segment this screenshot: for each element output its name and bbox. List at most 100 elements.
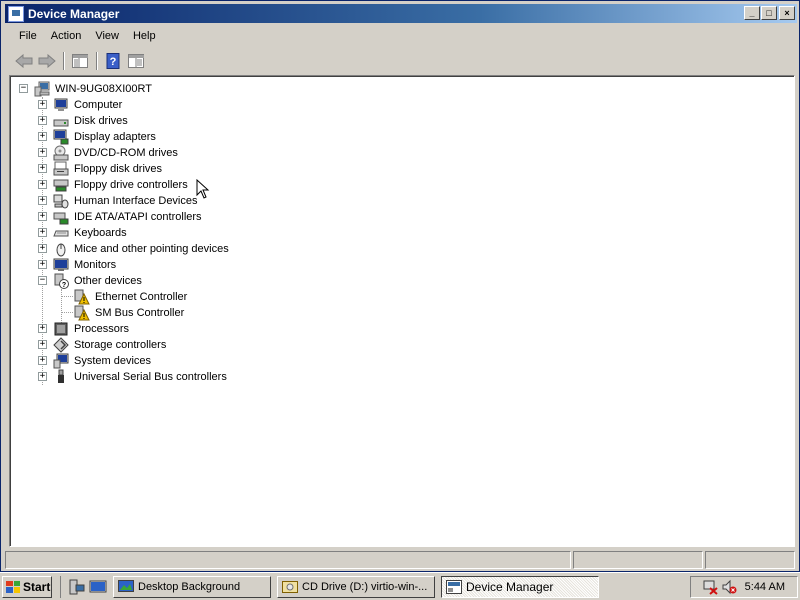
- tree-item-sm-bus-controller[interactable]: SM Bus Controller: [74, 305, 185, 321]
- volume-muted-icon[interactable]: [721, 579, 737, 595]
- tree-item-monitors[interactable]: + Monitors: [38, 257, 117, 273]
- task-cd-drive[interactable]: CD Drive (D:) virtio-win-...: [277, 575, 435, 598]
- expand-toggle[interactable]: +: [38, 180, 47, 189]
- status-cell: [705, 551, 795, 569]
- tree-item-label: SM Bus Controller: [95, 307, 185, 319]
- tree-item-label: Mice and other pointing devices: [74, 243, 229, 255]
- desktop-background-icon: [118, 579, 134, 592]
- menu-action[interactable]: Action: [44, 26, 89, 46]
- computer-icon: [34, 81, 50, 97]
- tree-item-display-adapters[interactable]: + Display adapters: [38, 129, 157, 145]
- menu-file[interactable]: File: [5, 26, 44, 46]
- menu-view[interactable]: View: [88, 26, 126, 46]
- windows-logo-icon: [6, 580, 20, 593]
- expand-toggle[interactable]: +: [38, 196, 47, 205]
- expand-toggle[interactable]: +: [38, 340, 47, 349]
- tree-connector: [61, 296, 73, 297]
- tree-item-label: Computer: [74, 99, 123, 111]
- tree-root-node[interactable]: − WIN-9UG08XI00RT: [19, 81, 153, 97]
- tree-item-label: Storage controllers: [74, 339, 167, 351]
- back-arrow-icon: [15, 54, 33, 68]
- tree-item-other-devices[interactable]: − ? Other devices: [38, 273, 143, 289]
- usb-icon: [53, 369, 69, 385]
- monitor-icon: [53, 257, 69, 273]
- expand-toggle[interactable]: +: [38, 356, 47, 365]
- task-label: Desktop Background: [138, 580, 241, 593]
- tree-item-label: Disk drives: [74, 115, 128, 127]
- device-tree-pane[interactable]: − WIN-9UG08XI00RT + Computer + Disk driv…: [9, 75, 795, 547]
- tree-item-floppy-drive-controllers[interactable]: + Floppy drive controllers: [38, 177, 189, 193]
- floppy-drive-icon: [53, 161, 69, 177]
- system-device-icon: [53, 353, 69, 369]
- clock[interactable]: 5:44 AM: [745, 581, 785, 593]
- back-button[interactable]: [13, 51, 35, 71]
- expand-toggle[interactable]: +: [38, 148, 47, 157]
- start-label: Start: [23, 579, 51, 594]
- expand-toggle[interactable]: +: [38, 164, 47, 173]
- tree-item-ide-controllers[interactable]: + IDE ATA/ATAPI controllers: [38, 209, 203, 225]
- tree-item-usb-controllers[interactable]: + Universal Serial Bus controllers: [38, 369, 228, 385]
- menu-help[interactable]: Help: [126, 26, 163, 46]
- maximize-button[interactable]: □: [761, 6, 777, 20]
- tree-item-processors[interactable]: + Processors: [38, 321, 130, 337]
- quick-launch: [60, 575, 107, 598]
- expand-toggle[interactable]: +: [38, 324, 47, 333]
- task-label: Device Manager: [466, 579, 554, 594]
- mouse-cursor-icon: [196, 179, 210, 199]
- tree-item-disk-drives[interactable]: + Disk drives: [38, 113, 129, 129]
- expand-toggle[interactable]: +: [38, 212, 47, 221]
- show-hide-console-tree-icon: [72, 54, 88, 68]
- help-button[interactable]: ?: [102, 51, 124, 71]
- tree-item-floppy-disk-drives[interactable]: + Floppy disk drives: [38, 161, 163, 177]
- tree-item-label: System devices: [74, 355, 152, 367]
- start-button[interactable]: Start: [2, 575, 52, 598]
- task-desktop-background[interactable]: Desktop Background: [113, 575, 271, 598]
- tree-connector: [61, 312, 73, 313]
- expand-toggle[interactable]: +: [38, 132, 47, 141]
- hid-icon: [53, 193, 69, 209]
- menu-bar: File Action View Help: [5, 26, 797, 46]
- collapse-toggle[interactable]: −: [19, 84, 28, 93]
- show-hide-tree-button[interactable]: [69, 51, 91, 71]
- tree-item-ethernet-controller[interactable]: Ethernet Controller: [74, 289, 188, 305]
- expand-toggle[interactable]: +: [38, 244, 47, 253]
- show-desktop-icon[interactable]: [89, 579, 107, 595]
- tree-item-dvd-cd-rom-drives[interactable]: + DVD/CD-ROM drives: [38, 145, 179, 161]
- close-button[interactable]: ×: [779, 6, 795, 20]
- tree-item-label: Keyboards: [74, 227, 127, 239]
- system-tray: 5:44 AM: [690, 576, 798, 598]
- tree-item-label: Human Interface Devices: [74, 195, 198, 207]
- tree-item-label: Floppy drive controllers: [74, 179, 188, 191]
- device-manager-icon: [446, 579, 462, 594]
- tree-item-label: DVD/CD-ROM drives: [74, 147, 178, 159]
- tree-item-human-interface-devices[interactable]: + Human Interface Devices: [38, 193, 199, 209]
- root-label: WIN-9UG08XI00RT: [55, 83, 152, 95]
- title-bar[interactable]: Device Manager _ □ ×: [5, 4, 797, 23]
- expand-toggle[interactable]: +: [38, 228, 47, 237]
- tree-item-mice[interactable]: + Mice and other pointing devices: [38, 241, 230, 257]
- tree-item-computer[interactable]: + Computer: [38, 97, 123, 113]
- toolbar: ?: [5, 49, 797, 73]
- forward-arrow-icon: [38, 54, 56, 68]
- svg-text:?: ?: [110, 56, 117, 68]
- tree-item-system-devices[interactable]: + System devices: [38, 353, 152, 369]
- network-disconnected-icon[interactable]: [703, 579, 719, 595]
- expand-toggle[interactable]: +: [38, 372, 47, 381]
- collapse-toggle[interactable]: −: [38, 276, 47, 285]
- warning-device-icon: [74, 305, 90, 321]
- floppy-controller-icon: [53, 177, 69, 193]
- minimize-button[interactable]: _: [744, 6, 760, 20]
- server-manager-icon[interactable]: [67, 579, 85, 595]
- expand-toggle[interactable]: +: [38, 260, 47, 269]
- task-device-manager[interactable]: Device Manager: [441, 575, 599, 598]
- task-label: CD Drive (D:) virtio-win-...: [302, 580, 428, 593]
- forward-button[interactable]: [36, 51, 58, 71]
- expand-toggle[interactable]: +: [38, 116, 47, 125]
- tree-item-label: Floppy disk drives: [74, 163, 163, 175]
- tree-item-storage-controllers[interactable]: + Storage controllers: [38, 337, 167, 353]
- expand-toggle[interactable]: +: [38, 100, 47, 109]
- computer-icon: [53, 97, 69, 113]
- tree-item-keyboards[interactable]: + Keyboards: [38, 225, 128, 241]
- properties-button[interactable]: [125, 51, 147, 71]
- processor-icon: [53, 321, 69, 337]
